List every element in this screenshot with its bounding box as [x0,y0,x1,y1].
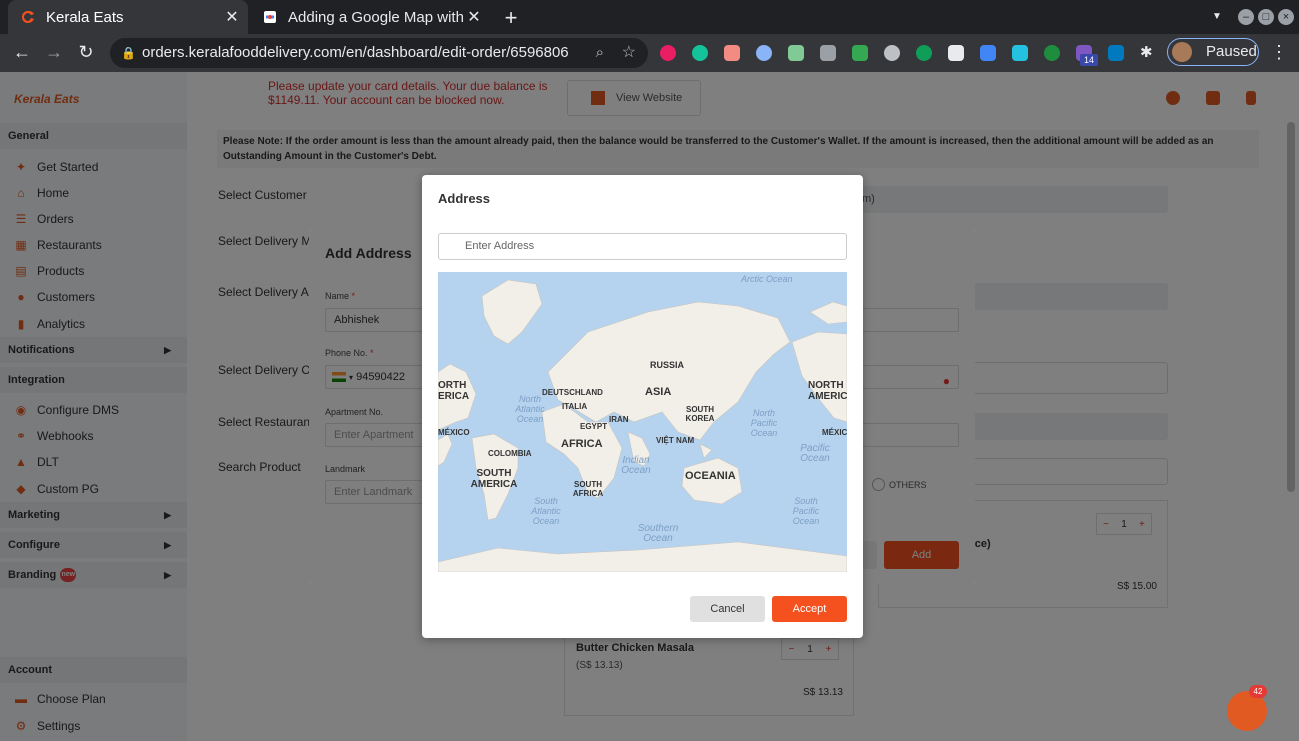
map-label: SOUTH KOREA [685,405,715,423]
extension-icon[interactable] [1044,45,1060,61]
zoom-icon[interactable]: ⌕ [596,38,604,68]
map-label: RUSSIA [650,360,685,370]
address-modal: Address Enter Address Arctic Ocean North… [422,175,863,638]
modal-title: Address [438,191,491,206]
extension-badge: 14 [1080,54,1098,66]
tab-google-map[interactable]: Adding a Google Map with ✕ [250,0,490,34]
maximize-icon[interactable]: □ [1258,9,1274,25]
tab-title: Adding a Google Map with [288,8,464,26]
back-icon[interactable]: ← [11,42,33,63]
ocean-label: Southern Ocean [637,523,679,544]
kerala-eats-favicon-icon [20,9,36,25]
extension-icon[interactable] [884,45,900,61]
cancel-button[interactable]: Cancel [690,596,765,622]
map-label: SOUTH AMERICA [470,468,518,490]
google-favicon-icon [262,9,278,25]
map-label: AFRICA [561,438,603,450]
ocean-label: North Pacific Ocean [750,408,778,438]
address-bar[interactable]: 🔒 orders.keralafooddelivery.com/en/dashb… [110,38,648,68]
extension-icon[interactable] [852,45,868,61]
ocean-label: Arctic Ocean [741,274,793,284]
accept-button[interactable]: Accept [772,596,847,622]
ocean-label: Pacific Ocean [800,443,830,464]
reload-icon[interactable]: ↻ [75,42,97,63]
extension-icon[interactable] [788,45,804,61]
map-label: COLOMBIA [488,449,532,458]
world-map[interactable]: Arctic Ocean North Atlantic Ocean North … [438,272,847,572]
extension-icon[interactable] [916,45,932,61]
trello-icon[interactable] [1108,45,1124,61]
avatar [1172,42,1192,62]
ocean-label: North Atlantic Ocean [515,394,545,424]
close-window-icon[interactable]: × [1278,9,1294,25]
browser-toolbar: ← → ↻ 🔒 orders.keralafooddelivery.com/en… [0,34,1299,72]
forward-icon[interactable]: → [43,42,65,63]
address-search-input[interactable]: Enter Address [438,233,847,260]
extensions-puzzle-icon[interactable]: ✱ [1140,45,1156,61]
map-label: DEUTSCHLAND [542,388,603,397]
url-text: orders.keralafooddelivery.com/en/dashboa… [142,44,569,61]
map-label: OCEANIA [685,470,736,482]
minimize-icon[interactable]: – [1238,9,1254,25]
chat-unread-badge: 42 [1249,685,1267,698]
map-label: NORTH AMERICA [808,380,847,402]
ocean-label: South Atlantic Ocean [531,496,561,526]
map-label: VIỆT NAM [656,436,695,445]
map-label: IRAN [609,415,629,424]
extension-icon[interactable] [660,45,676,61]
map-label: SOUTH AFRICA [572,480,604,498]
bookmark-star-icon[interactable]: ☆ [622,38,636,68]
browser-tab-bar: Kerala Eats ✕ Adding a Google Map with ✕… [0,0,1299,34]
profile-button[interactable]: Paused [1167,38,1259,66]
map-label: MÉXICO [822,428,847,437]
camera-icon[interactable] [820,45,836,61]
extension-icon[interactable] [724,45,740,61]
map-label: ASIA [645,386,672,398]
list-icon[interactable] [948,45,964,61]
ocean-label: Indian Ocean [621,455,651,476]
extension-icon[interactable] [980,45,996,61]
extension-icon[interactable] [756,45,772,61]
tab-title: Kerala Eats [46,8,124,26]
profile-status: Paused [1206,43,1257,60]
map-label: ORTH ERICA [438,380,470,402]
lock-icon: 🔒 [121,46,136,60]
ocean-label: South Pacific Ocean [792,496,820,526]
close-tab-icon[interactable]: ✕ [222,7,242,27]
extension-icon[interactable] [1012,45,1028,61]
chrome-menu-icon[interactable]: ⋮ [1270,42,1288,63]
tab-search-icon[interactable]: ▼ [1209,9,1225,25]
new-tab-icon[interactable]: + [500,5,522,31]
grammarly-icon[interactable] [692,45,708,61]
map-label: ITALIA [562,402,588,411]
page: Kerala Eats General ✦Get Started ⌂Home ☰… [0,72,1299,741]
map-label: MÉXICO [438,428,470,437]
map-label: EGYPT [580,422,608,431]
close-tab-icon[interactable]: ✕ [464,7,484,27]
tab-kerala-eats[interactable]: Kerala Eats ✕ [8,0,248,34]
